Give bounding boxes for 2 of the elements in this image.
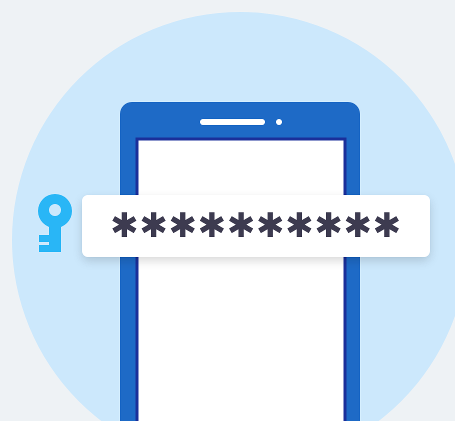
- key-icon: [38, 194, 72, 252]
- masked-password: ✱✱✱✱✱✱✱✱✱✱: [110, 209, 402, 243]
